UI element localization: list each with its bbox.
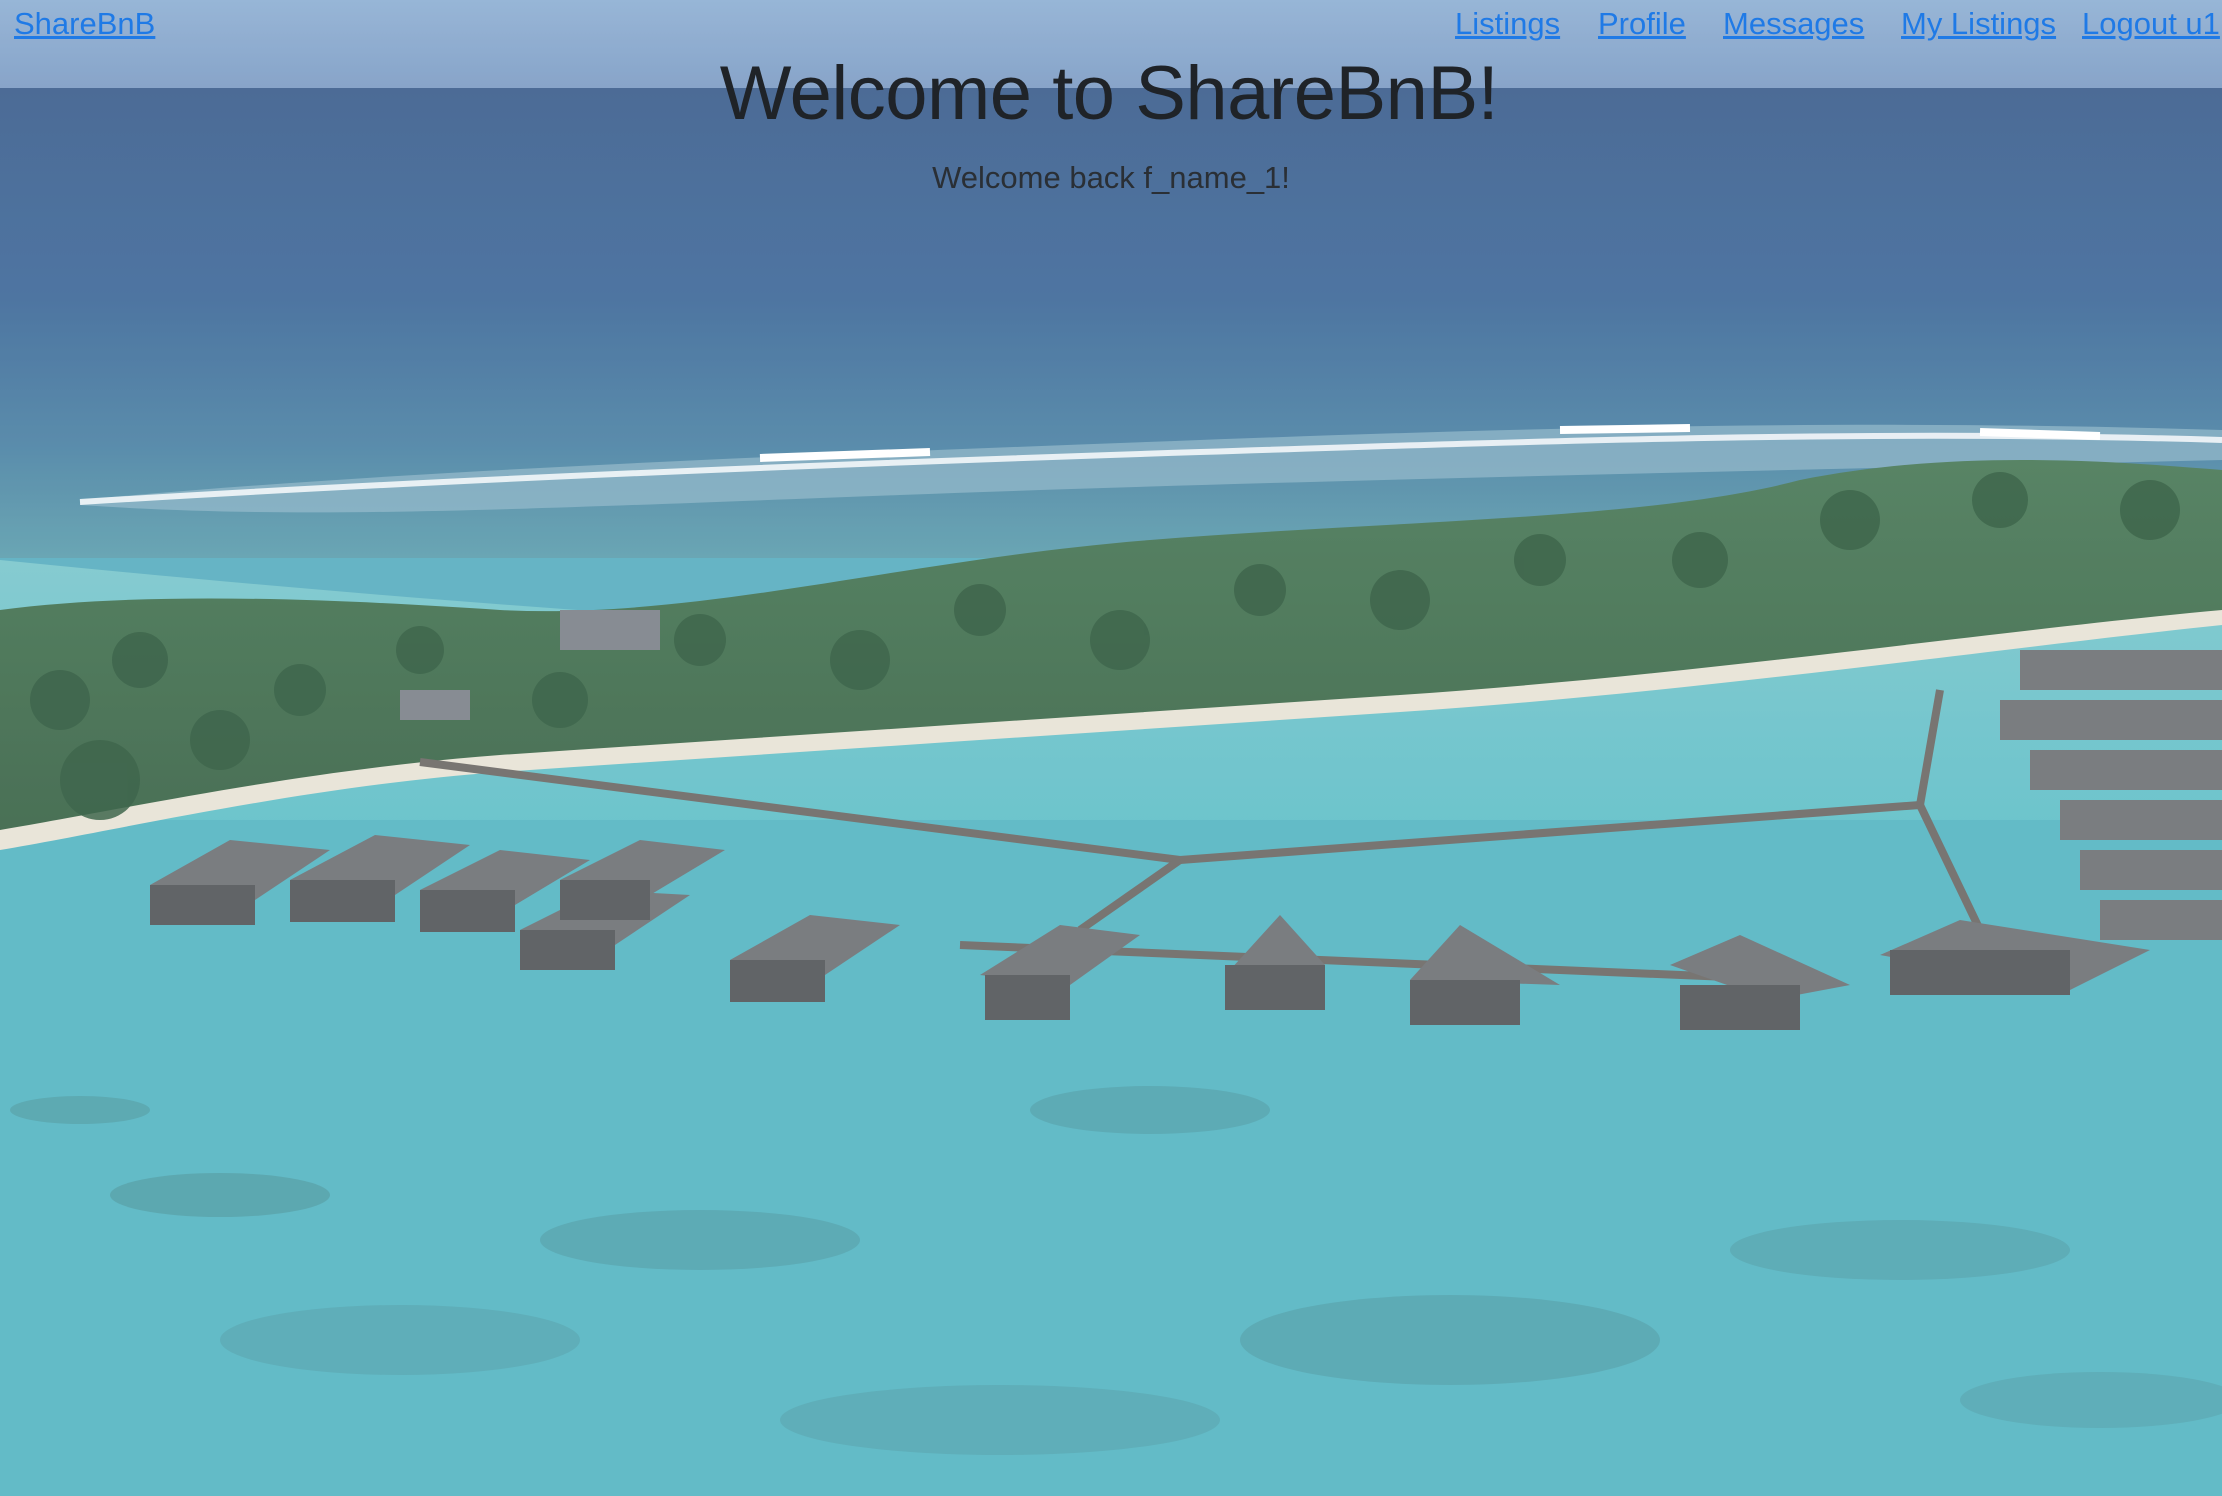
brand-link[interactable]: ShareBnB: [14, 4, 155, 44]
nav-link-logout[interactable]: Logout u1: [2082, 4, 2220, 44]
nav-link-my-listings[interactable]: My Listings: [1901, 4, 2056, 44]
nav-link-profile[interactable]: Profile: [1598, 4, 1686, 44]
nav-link-messages[interactable]: Messages: [1723, 4, 1864, 44]
hero-background-image: [0, 0, 2222, 1496]
navbar: ShareBnB Listings Profile Messages My Li…: [0, 0, 2222, 48]
welcome-message: Welcome back f_name_1!: [932, 160, 1290, 195]
nav-link-listings[interactable]: Listings: [1455, 4, 1560, 44]
page-title: Welcome to ShareBnB!: [719, 51, 1499, 136]
